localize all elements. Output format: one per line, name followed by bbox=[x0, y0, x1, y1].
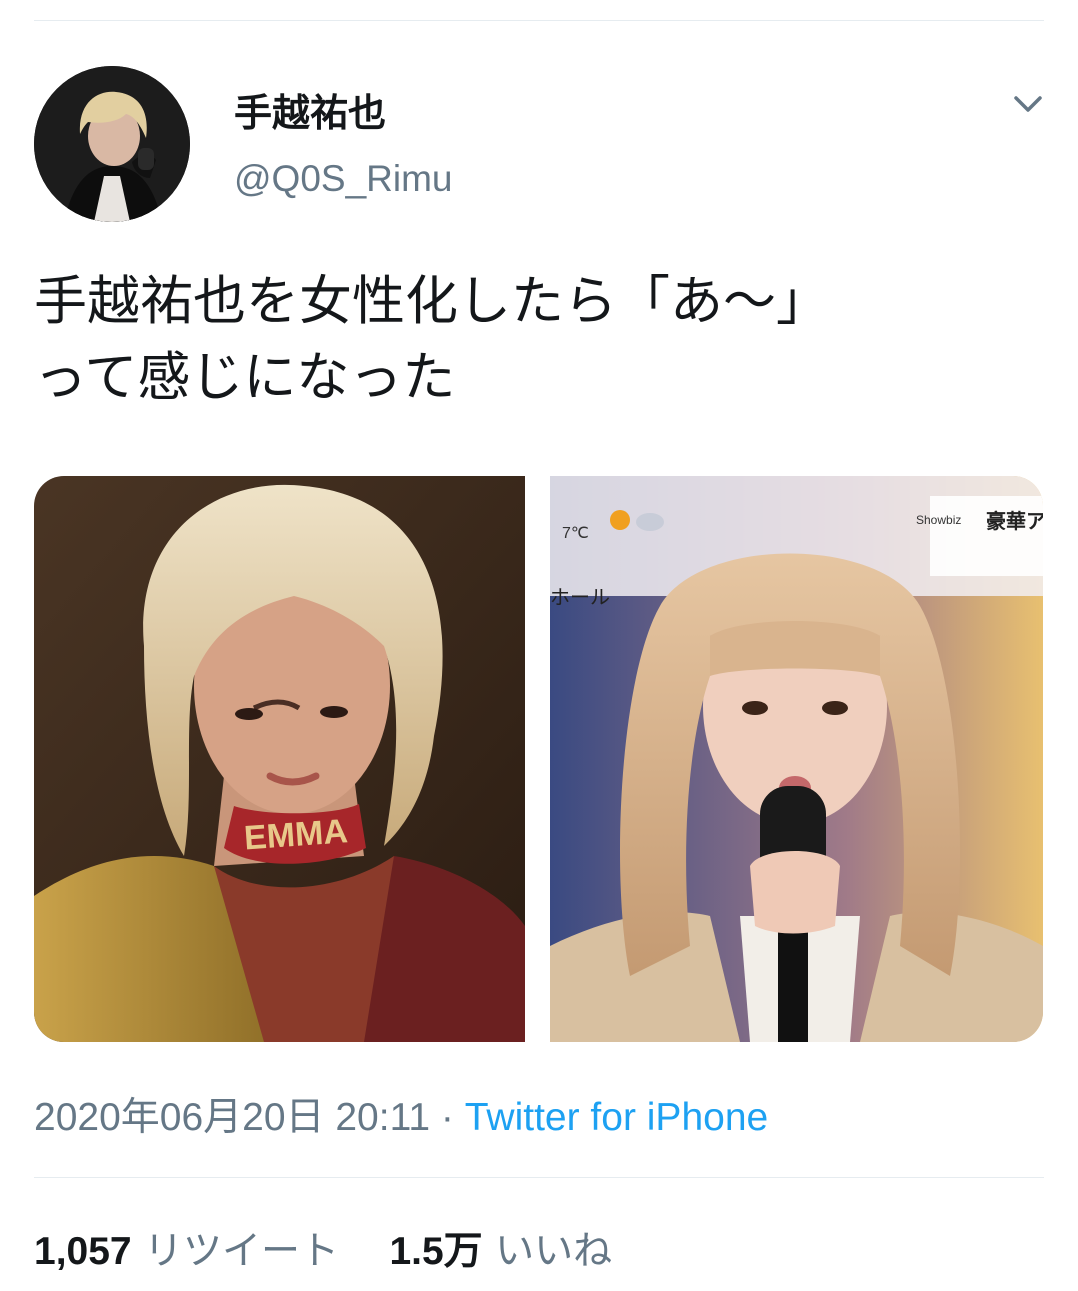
profile-photo bbox=[34, 66, 190, 222]
chevron-down-icon[interactable] bbox=[1010, 90, 1046, 118]
choker-label: EMMA bbox=[243, 812, 349, 857]
media-image-left[interactable]: EMMA bbox=[34, 476, 525, 1042]
top-divider bbox=[34, 20, 1044, 21]
likes-stat[interactable]: 1.5万 いいね bbox=[389, 1220, 612, 1276]
retweets-stat[interactable]: 1,057 リツイート bbox=[34, 1220, 339, 1276]
hall-label: ホール bbox=[550, 585, 610, 609]
tweet-source-link[interactable]: Twitter for iPhone bbox=[465, 1096, 768, 1139]
cloud-icon bbox=[636, 513, 664, 531]
tweet-stats: 1,057 リツイート 1.5万 いいね bbox=[34, 1220, 612, 1276]
retweets-label: リツイート bbox=[144, 1229, 340, 1274]
sun-icon bbox=[610, 510, 630, 530]
media-image-right[interactable]: 7℃ ホール Showbiz 豪華ア bbox=[550, 476, 1043, 1042]
tweet-meta: 2020年06月20日 20:11 · Twitter for iPhone bbox=[34, 1086, 768, 1142]
showbiz-label: Showbiz bbox=[916, 513, 961, 527]
retweets-count: 1,057 bbox=[34, 1230, 132, 1273]
tweet-timestamp[interactable]: 2020年06月20日 20:11 bbox=[34, 1096, 430, 1139]
user-handle[interactable]: @Q0S_Rimu bbox=[234, 158, 453, 200]
headline-label: 豪華ア bbox=[986, 509, 1043, 533]
likes-count: 1.5万 bbox=[389, 1230, 483, 1273]
tweet-text: 手越祐也を女性化したら「あ〜」 って感じになった bbox=[34, 271, 829, 408]
weather-label: 7℃ bbox=[562, 525, 589, 542]
display-name[interactable]: 手越祐也 bbox=[234, 82, 386, 137]
avatar[interactable] bbox=[34, 66, 190, 222]
meta-separator: · bbox=[430, 1096, 465, 1139]
stats-divider bbox=[34, 1177, 1044, 1178]
likes-label: いいね bbox=[495, 1229, 613, 1274]
